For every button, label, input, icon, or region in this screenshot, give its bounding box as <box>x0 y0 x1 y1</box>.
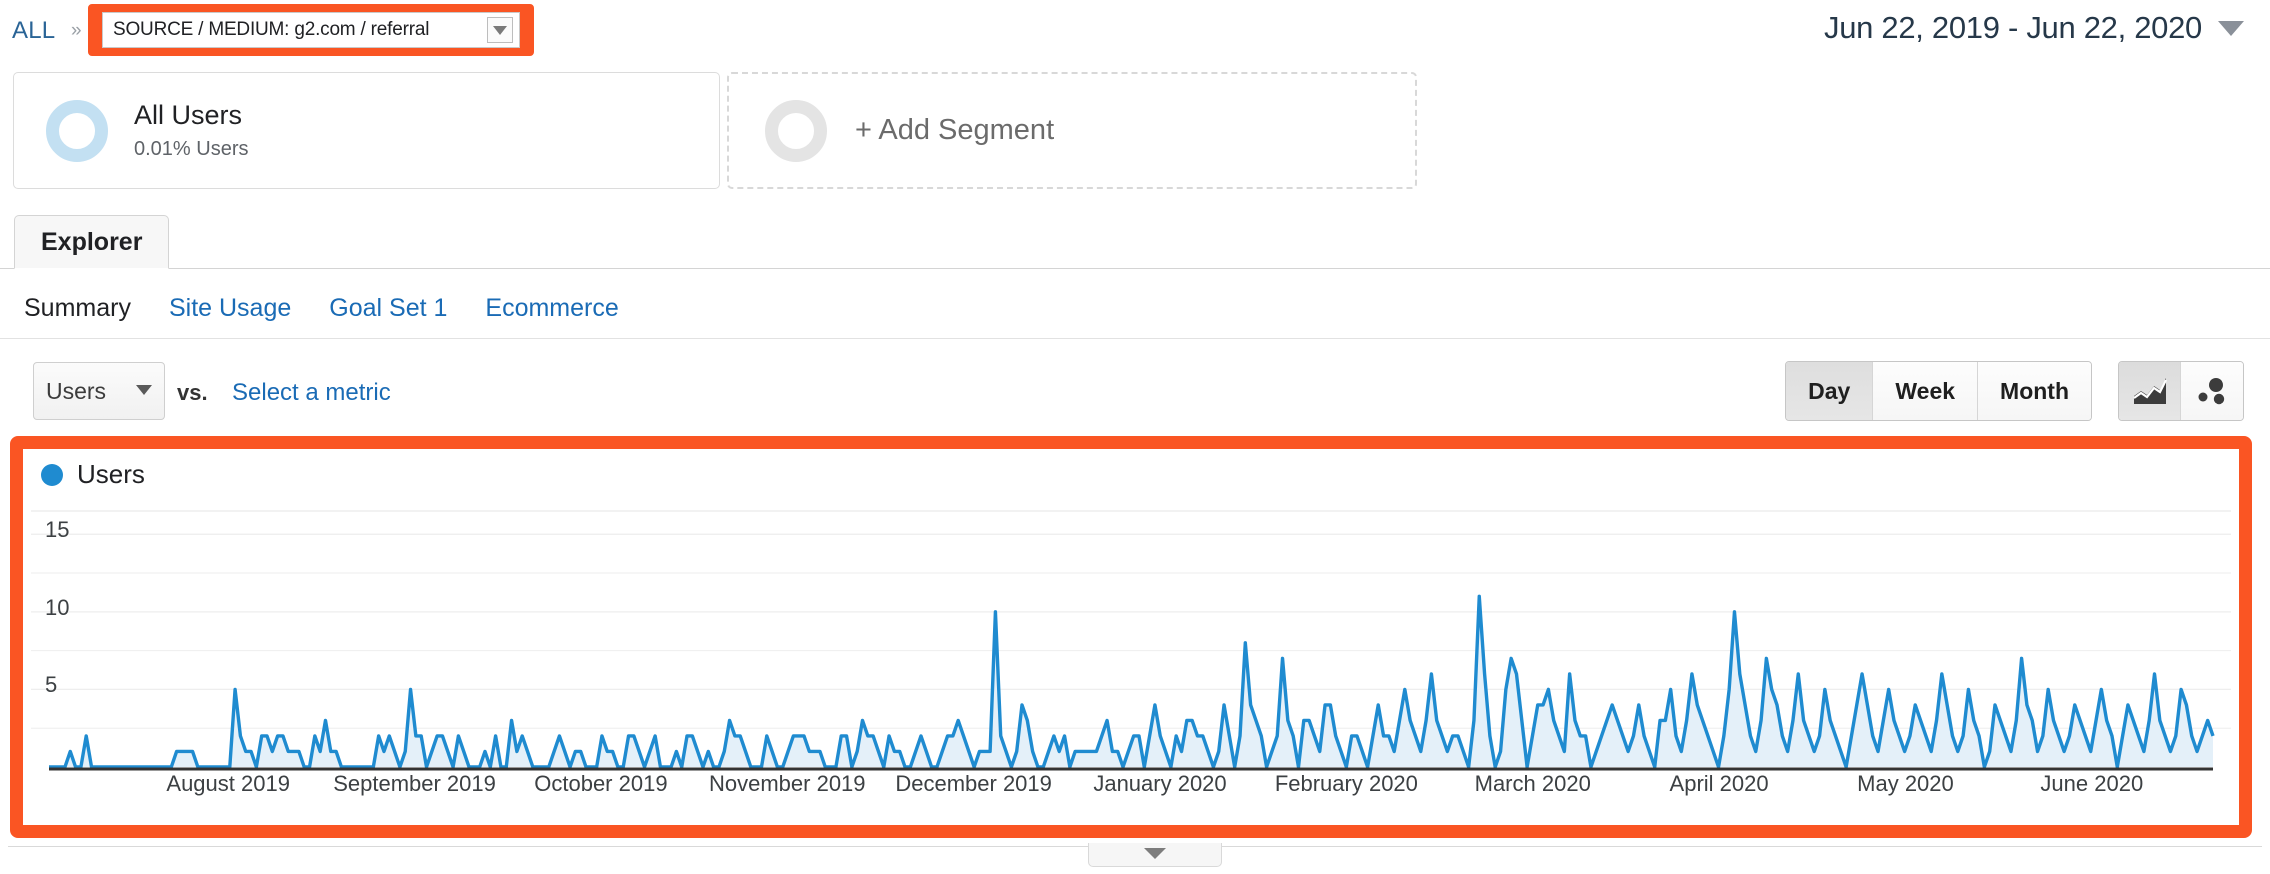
report-subnav: Summary Site Usage Goal Set 1 Ecommerce <box>0 282 2270 334</box>
chevron-down-icon[interactable] <box>2218 20 2244 36</box>
chart-plot-area[interactable]: 5 10 15 <box>23 503 2239 789</box>
y-axis-tick-label: 15 <box>45 517 70 543</box>
segment-title: All Users <box>134 100 243 131</box>
legend-color-swatch <box>41 463 63 486</box>
x-axis-tick-label: December 2019 <box>895 771 1052 796</box>
segment-card-text: All Users 0.01% Users <box>134 100 249 160</box>
date-range-value: Jun 22, 2019 - Jun 22, 2020 <box>1824 10 2202 45</box>
line-chart-icon[interactable] <box>2119 362 2181 420</box>
collapse-divider-right <box>1222 846 2262 847</box>
tab-strip: Explorer <box>0 215 2270 269</box>
tab-explorer[interactable]: Explorer <box>14 215 170 269</box>
subnav-item-summary[interactable]: Summary <box>24 294 131 323</box>
breadcrumb-separator: » <box>71 20 82 41</box>
legend-label-users: Users <box>77 459 145 489</box>
chart-x-axis: August 2019 September 2019 October 2019 Nov… <box>23 771 2239 811</box>
segment-cards: All Users 0.01% Users + Add Segment <box>0 66 2270 196</box>
users-over-time-chart: Users 5 10 15 August 2019 September 2019 Oct… <box>23 449 2239 825</box>
chevron-down-icon[interactable] <box>487 17 513 43</box>
source-medium-filter-chip[interactable]: SOURCE / MEDIUM: g2.com / referral <box>102 12 520 48</box>
date-range-selector[interactable]: Jun 22, 2019 - Jun 22, 2020 <box>1824 10 2244 46</box>
x-axis-tick-label: May 2020 <box>1857 771 1954 796</box>
x-axis-tick-label: October 2019 <box>534 771 668 796</box>
chart-controls: Users vs. Select a metric Day Week Month <box>0 352 2270 434</box>
analytics-report-page: ALL » SOURCE / MEDIUM: g2.com / referral… <box>0 0 2270 874</box>
chevron-down-icon <box>1144 846 1166 864</box>
y-axis-tick-label: 5 <box>45 672 58 698</box>
donut-icon <box>46 99 108 162</box>
granularity-month[interactable]: Month <box>1978 362 2091 420</box>
granularity-week[interactable]: Week <box>1873 362 1979 420</box>
x-axis-tick-label: March 2020 <box>1474 771 1591 796</box>
subnav-item-ecommerce[interactable]: Ecommerce <box>485 294 618 323</box>
y-axis-tick-label: 10 <box>45 594 70 620</box>
segment-subtitle: 0.01% Users <box>134 137 249 160</box>
x-axis-tick-label: September 2019 <box>333 771 496 796</box>
add-segment-label: + Add Segment <box>855 114 1055 146</box>
granularity-day[interactable]: Day <box>1786 362 1874 420</box>
donut-outline-icon <box>765 99 827 162</box>
chart-highlight-box: Users 5 10 15 August 2019 September 2019 Oct… <box>10 436 2252 838</box>
x-axis-tick-label: January 2020 <box>1093 771 1227 796</box>
select-a-metric-link[interactable]: Select a metric <box>232 379 391 407</box>
chevron-down-icon <box>136 382 152 400</box>
breadcrumb-bar: ALL » SOURCE / MEDIUM: g2.com / referral… <box>0 0 2270 60</box>
x-axis-tick-label: April 2020 <box>1669 771 1769 796</box>
subnav-divider <box>0 338 2270 339</box>
chart-collapse-handle[interactable] <box>1088 843 1222 867</box>
chart-legend: Users <box>41 459 145 490</box>
motion-chart-icon[interactable] <box>2181 362 2243 420</box>
chart-type-toggle <box>2118 361 2244 421</box>
subnav-item-site-usage[interactable]: Site Usage <box>169 294 291 323</box>
segment-card-all-users[interactable]: All Users 0.01% Users <box>13 72 720 189</box>
x-axis-tick-label: June 2020 <box>2040 771 2144 796</box>
collapse-divider-left <box>8 846 1088 847</box>
vs-label: vs. <box>177 380 208 405</box>
x-axis-tick-label: February 2020 <box>1274 771 1418 796</box>
metric-select-value: Users <box>46 377 107 404</box>
add-segment-card[interactable]: + Add Segment <box>727 72 1417 189</box>
granularity-toggle: Day Week Month <box>1785 361 2092 421</box>
x-axis-tick-label: November 2019 <box>708 771 866 796</box>
x-axis-tick-label: August 2019 <box>166 771 290 796</box>
metric-select[interactable]: Users <box>33 362 165 420</box>
breadcrumb-all-link[interactable]: ALL <box>12 17 55 45</box>
chart-svg <box>31 510 2231 771</box>
chart-collapse-bar <box>0 843 2270 874</box>
subnav-item-goal-set-1[interactable]: Goal Set 1 <box>329 294 447 323</box>
source-medium-filter-label: SOURCE / MEDIUM: g2.com / referral <box>113 19 430 40</box>
